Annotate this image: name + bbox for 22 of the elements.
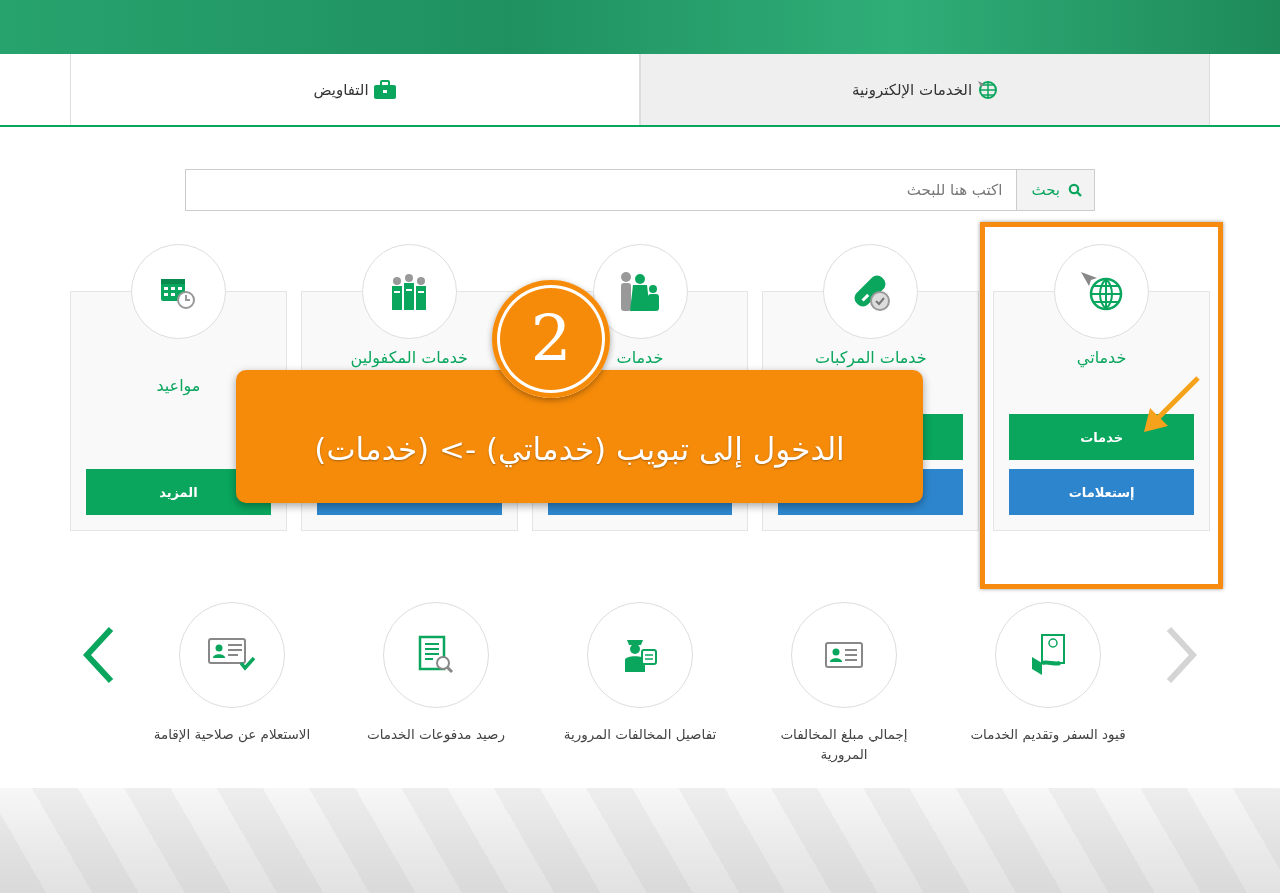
- search-field[interactable]: اكتب هنا للبحث: [185, 169, 1017, 211]
- service-link[interactable]: الاستعلام عن صلاحية الإقامة: [153, 724, 311, 744]
- card-title: خدماتي: [1076, 348, 1127, 367]
- service-link[interactable]: إجمالي مبلغ المخالفات المرورية: [764, 724, 924, 764]
- id-card-icon: [825, 642, 863, 668]
- card-title: خدمات: [616, 348, 664, 367]
- card-title: مواعيد: [156, 375, 201, 395]
- tab[interactable]: التفاويض: [70, 54, 640, 125]
- card-title: خدمات المركبات: [814, 348, 927, 367]
- tab[interactable]: الخدمات الإلكترونية: [640, 54, 1210, 125]
- globe-icon: [976, 78, 999, 101]
- family-icon: [618, 270, 662, 313]
- info-button[interactable]: إستعلامات: [1009, 469, 1194, 515]
- invoice-search-icon: [418, 635, 454, 675]
- search-icon: [1068, 183, 1082, 197]
- id-card-check-icon: [208, 638, 256, 672]
- service-link[interactable]: تفاصيل المخالفات المرورية: [563, 724, 717, 744]
- briefcase-icon: [372, 79, 397, 100]
- service-link[interactable]: رصيد مدفوعات الخدمات: [366, 724, 506, 744]
- service-link[interactable]: قيود السفر وتقديم الخدمات: [970, 724, 1126, 744]
- callout-text: الدخول إلى تبويب (خدماتي) -> (خدمات): [314, 431, 845, 467]
- card-title: خدمات المكفولين: [350, 348, 468, 367]
